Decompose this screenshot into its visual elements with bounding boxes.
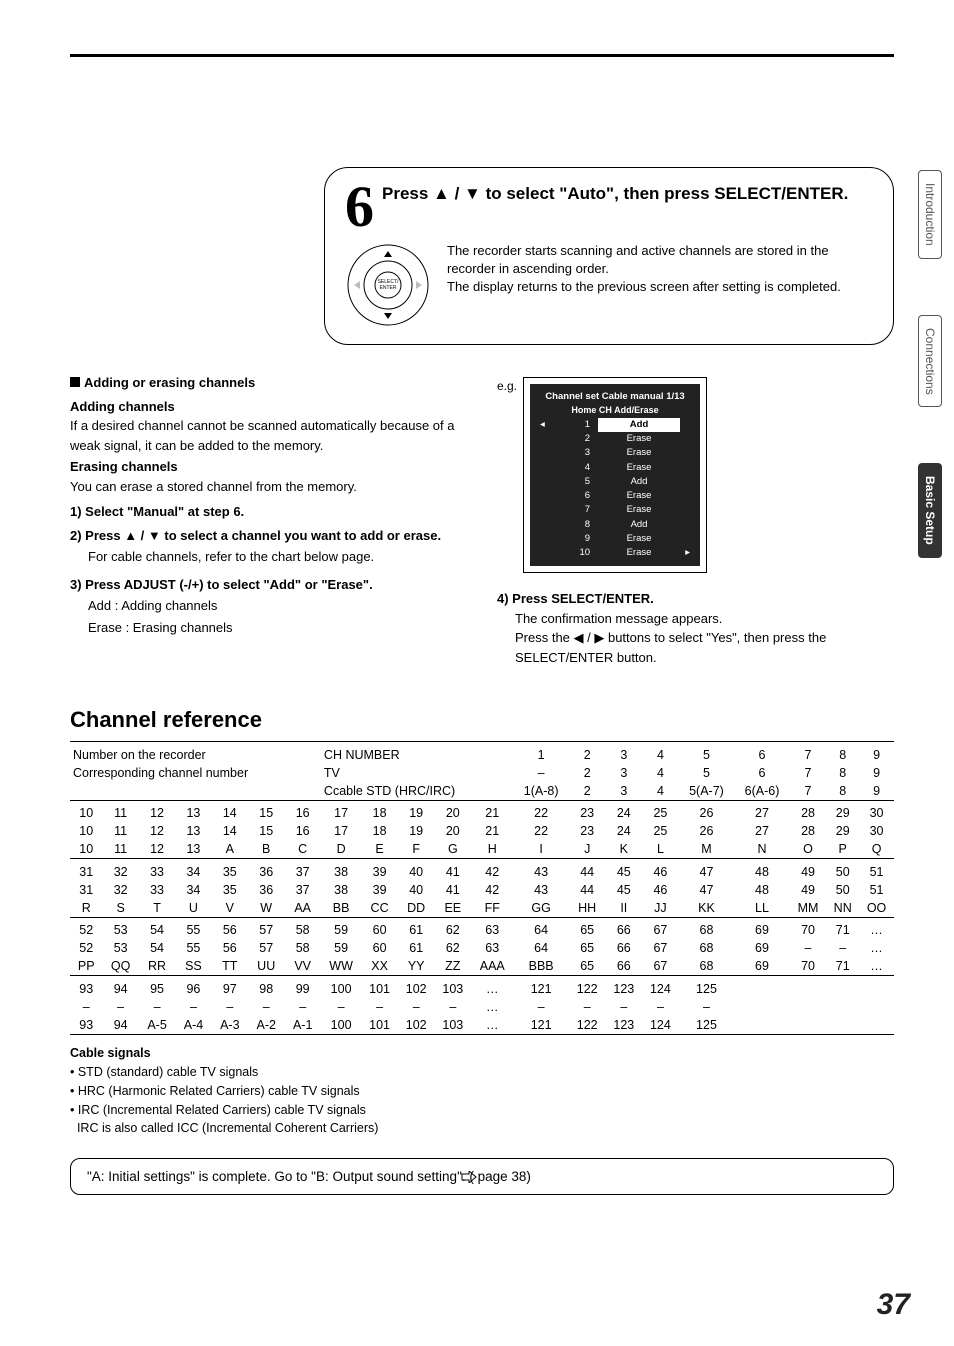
page-number: 37: [877, 1288, 910, 1322]
foot-line-1: • STD (standard) cable TV signals: [70, 1063, 894, 1082]
osd-step4-column: e.g. Channel set Cable manual 1/13 Home …: [497, 373, 894, 667]
step-number: 6: [345, 178, 374, 236]
ref-row: –––––––––––…–––––: [70, 998, 894, 1016]
ref-row: 525354555657585960616263646566676869––…: [70, 939, 894, 957]
osd-row: 6Erase: [540, 489, 690, 503]
adding-erasing-heading: Adding or erasing channels: [84, 375, 255, 390]
osd-row: 8Add: [540, 518, 690, 532]
osd-columns: Home CH Add/Erase: [540, 404, 690, 418]
step-title: Press ▲ / ▼ to select "Auto", then press…: [382, 184, 848, 204]
step-2-bold: 2) Press ▲ / ▼ to select a channel you w…: [70, 526, 467, 546]
square-bullet-icon: [70, 377, 80, 387]
step-3-add: Add : Adding channels: [88, 596, 467, 616]
osd-row: 5Add: [540, 475, 690, 489]
step-4-bold: 4) Press SELECT/ENTER.: [497, 589, 894, 609]
foot-line-4: IRC is also called ICC (Incremental Cohe…: [70, 1119, 894, 1138]
complete-box: "A: Initial settings" is complete. Go to…: [70, 1158, 894, 1195]
step-1-text: 1) Select "Manual" at step 6.: [70, 502, 467, 522]
ref-header-ch: CH NUMBER: [324, 748, 400, 762]
step-3-bold: 3) Press ADJUST (-/+) to select "Add" or…: [70, 575, 467, 595]
ref-row: 1011121314151617181920212223242526272829…: [70, 804, 894, 822]
osd-row: 4Erase: [540, 461, 690, 475]
tab-introduction[interactable]: Introduction: [918, 170, 942, 259]
ref-row: 9394A-5A-4A-3A-2A-1100101102103…12112212…: [70, 1016, 894, 1035]
ref-row: 10111213ABCDEFGHIJKLMNOPQ: [70, 840, 894, 859]
step-2-text: For cable channels, refer to the chart b…: [88, 547, 467, 567]
foot-line-2: • HRC (Harmonic Related Carriers) cable …: [70, 1082, 894, 1101]
ref-row: 3132333435363738394041424344454647484950…: [70, 881, 894, 899]
osd-row: 9Erase: [540, 532, 690, 546]
ref-header-cable: Ccable STD (HRC/IRC): [324, 784, 455, 798]
step-3-erase: Erase : Erasing channels: [88, 618, 467, 638]
ref-row: PPQQRRSSTTUUVVWWXXYYZZAAABBB656667686970…: [70, 957, 894, 976]
ref-row: RSTUVWAABBCCDDEEFFGGHHIIJJKKLLMMNNOO: [70, 899, 894, 918]
step-desc-2: The display returns to the previous scre…: [447, 278, 847, 296]
foot-line-3: • IRC (Incremental Related Carriers) cab…: [70, 1101, 894, 1120]
adding-channels-heading: Adding channels: [70, 397, 467, 417]
eg-label: e.g.: [497, 377, 517, 395]
step-4-text2: Press the ◀ / ▶ buttons to select "Yes",…: [515, 628, 894, 667]
osd-row: 7Erase: [540, 503, 690, 517]
osd-screen: Channel set Cable manual 1/13 Home CH Ad…: [530, 384, 700, 566]
svg-text:ENTER: ENTER: [380, 285, 397, 291]
step-4-text1: The confirmation message appears.: [515, 609, 894, 629]
step-desc-1: The recorder starts scanning and active …: [447, 242, 847, 278]
ref-row: 93949596979899100101102103…1211221231241…: [70, 980, 894, 998]
channel-reference-title: Channel reference: [70, 707, 894, 733]
cable-signals-heading: Cable signals: [70, 1044, 894, 1063]
channel-reference-table: Number on the recorder CH NUMBER 1234567…: [70, 741, 894, 1038]
ref-row: 3132333435363738394041424344454647484950…: [70, 863, 894, 881]
remote-d-pad-icon: SELECT/ ENTER: [345, 242, 431, 328]
ref-header-corr: Corresponding channel number: [73, 766, 248, 780]
osd-row: 3Erase: [540, 446, 690, 460]
goto-arrow-icon: [461, 1171, 477, 1183]
ref-row: 1011121314151617181920212223242526272829…: [70, 822, 894, 840]
osd-title: Channel set Cable manual 1/13: [540, 390, 690, 404]
tab-basic-setup[interactable]: Basic Setup: [918, 463, 942, 558]
step-6-box: 6 Press ▲ / ▼ to select "Auto", then pre…: [324, 167, 894, 345]
tab-connections[interactable]: Connections: [918, 315, 942, 408]
erasing-channels-text: You can erase a stored channel from the …: [70, 477, 467, 497]
adding-channels-text: If a desired channel cannot be scanned a…: [70, 416, 467, 455]
adding-erasing-section: Adding or erasing channels Adding channe…: [70, 373, 467, 667]
ref-header-number: Number on the recorder: [73, 748, 206, 762]
ref-row: 5253545556575859606162636465666768697071…: [70, 921, 894, 939]
osd-frame: Channel set Cable manual 1/13 Home CH Ad…: [523, 377, 707, 573]
ref-header-tv: TV: [324, 766, 340, 780]
osd-row: 2Erase: [540, 432, 690, 446]
cable-signals-notes: Cable signals • STD (standard) cable TV …: [70, 1044, 894, 1138]
erasing-channels-heading: Erasing channels: [70, 457, 467, 477]
osd-row: ◂1Add: [540, 418, 690, 432]
osd-row: 10Erase▸: [540, 546, 690, 560]
side-tabs: Introduction Connections Basic Setup: [918, 170, 942, 558]
